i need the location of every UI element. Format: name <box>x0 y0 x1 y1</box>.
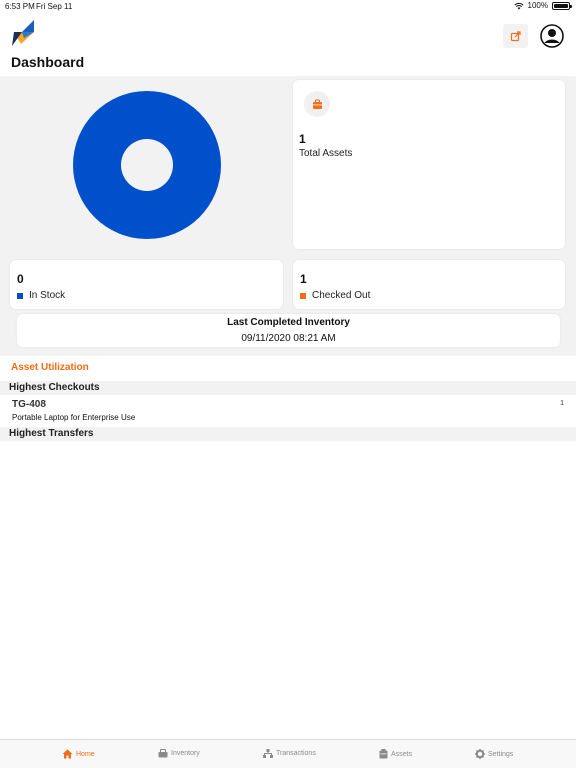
status-bar: 6:53 PM Fri Sep 11 100% <box>0 0 576 12</box>
highest-transfers-label: Highest Transfers <box>9 428 94 439</box>
tab-transactions-label: Transactions <box>276 750 316 757</box>
list-item[interactable]: TG-408 Portable Laptop for Enterprise Us… <box>0 396 576 426</box>
asset-utilization-title: Asset Utilization <box>11 362 89 373</box>
checked-out-card: 1 Checked Out <box>293 260 565 309</box>
tab-settings-label: Settings <box>488 750 514 758</box>
assets-icon <box>379 749 388 759</box>
logo-icon <box>12 20 34 46</box>
wifi-icon <box>513 2 524 9</box>
tab-settings[interactable]: Settings <box>475 749 513 759</box>
app-header: Dashboard <box>0 12 576 76</box>
export-icon <box>510 31 521 42</box>
gear-icon <box>475 749 485 759</box>
inventory-icon <box>158 749 168 758</box>
tab-transactions[interactable]: Transactions <box>263 749 316 758</box>
in-stock-value: 0 <box>17 272 24 286</box>
transactions-icon <box>263 749 273 758</box>
in-stock-label: In Stock <box>29 290 66 301</box>
dashboard-summary: 1 Total Assets 0 In Stock 1 Checked Out … <box>0 76 576 356</box>
last-inventory-date: 09/11/2020 08:21 AM <box>241 333 336 344</box>
tab-inventory[interactable]: Inventory <box>158 749 200 758</box>
in-stock-legend: In Stock <box>17 290 65 301</box>
total-assets-label: Total Assets <box>299 148 353 159</box>
total-assets-value: 1 <box>299 132 306 146</box>
asset-description: Portable Laptop for Enterprise Use <box>12 413 136 422</box>
status-right: 100% <box>513 1 572 10</box>
highest-checkouts-header: Highest Checkouts <box>0 381 576 395</box>
checked-out-swatch <box>300 292 306 299</box>
last-inventory-title: Last Completed Inventory <box>227 317 350 328</box>
checked-out-legend: Checked Out <box>300 290 370 301</box>
total-assets-badge <box>304 91 330 117</box>
assets-donut-chart <box>73 91 221 239</box>
battery-percent: 100% <box>527 1 548 10</box>
briefcase-icon <box>312 99 322 109</box>
tab-assets[interactable]: Assets <box>379 749 412 759</box>
tab-assets-label: Assets <box>391 750 413 758</box>
in-stock-swatch <box>17 292 23 299</box>
page-title: Dashboard <box>11 54 85 70</box>
battery-icon <box>552 1 572 10</box>
last-inventory-card: Last Completed Inventory 09/11/2020 08:2… <box>17 314 560 347</box>
tab-inventory-label: Inventory <box>171 750 200 757</box>
asset-id: TG-408 <box>12 399 46 410</box>
tab-bar: Home Inventory Transactions Assets Setti… <box>0 739 576 768</box>
checked-out-value: 1 <box>300 272 307 286</box>
status-date: Fri Sep 11 <box>36 2 73 11</box>
total-assets-card: 1 Total Assets <box>293 80 565 249</box>
tab-home[interactable]: Home <box>62 749 95 759</box>
profile-button[interactable] <box>539 23 565 49</box>
home-icon <box>62 749 73 759</box>
tab-home-label: Home <box>76 750 95 758</box>
checkout-count: 1 <box>560 400 564 407</box>
highest-transfers-header: Highest Transfers <box>0 427 576 441</box>
export-button[interactable] <box>503 24 528 48</box>
donut-slice-checked-out <box>73 91 221 239</box>
status-time: 6:53 PM <box>5 2 35 11</box>
user-icon <box>540 24 564 48</box>
checked-out-label: Checked Out <box>312 290 371 301</box>
highest-checkouts-label: Highest Checkouts <box>9 382 100 393</box>
in-stock-card: 0 In Stock <box>10 260 283 309</box>
